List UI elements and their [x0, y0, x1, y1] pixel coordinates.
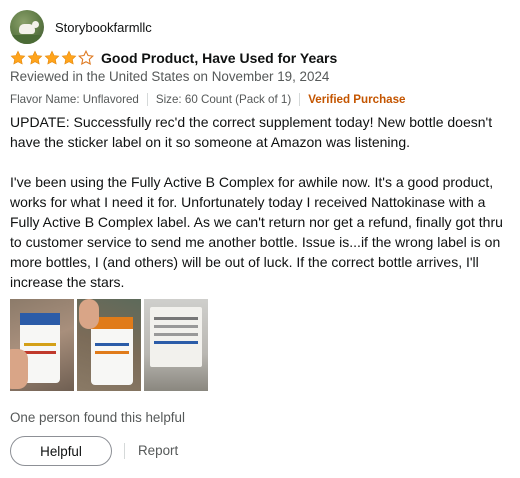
review-title[interactable]: Good Product, Have Used for Years [101, 50, 337, 66]
report-link[interactable]: Report [138, 443, 178, 458]
bottle-cap [20, 313, 60, 325]
bottle-label-band [95, 351, 129, 354]
helpful-button[interactable]: Helpful [10, 436, 112, 466]
filled-star-icon [61, 50, 77, 66]
reviewer-name[interactable]: Storybookfarmllc [55, 20, 152, 35]
review-image-thumbnail[interactable] [10, 299, 74, 391]
customer-review: Storybookfarmllc Good Product, Have Used… [0, 0, 520, 478]
reviewer-profile[interactable]: Storybookfarmllc [10, 10, 152, 44]
hand-shape [10, 349, 28, 389]
avatar-ground [10, 35, 44, 44]
flavor-name[interactable]: Flavor Name: Unflavored [10, 93, 139, 106]
review-body: UPDATE: Successfully rec'd the correct s… [10, 114, 503, 290]
bottle-label-band [95, 343, 129, 346]
bottle-label-band [24, 343, 56, 346]
filled-star-icon [27, 50, 43, 66]
empty-star-icon [78, 50, 94, 66]
bottle-label-band [24, 351, 56, 354]
divider [146, 92, 148, 106]
size-name[interactable]: Size: 60 Count (Pack of 1) [156, 93, 291, 106]
product-format: Flavor Name: Unflavored Size: 60 Count (… [10, 91, 406, 107]
review-image-thumbnail[interactable] [77, 299, 141, 391]
divider [299, 92, 301, 106]
hand-shape [79, 299, 99, 329]
helpful-count: One person found this helpful [10, 410, 185, 425]
avatar-animal-head [32, 21, 39, 28]
review-title-row: Good Product, Have Used for Years [10, 48, 337, 68]
bottle-shape [91, 317, 133, 385]
review-image-thumbnail[interactable] [144, 299, 208, 391]
filled-star-icon [44, 50, 60, 66]
avatar[interactable] [10, 10, 44, 44]
review-date: Reviewed in the United States on Novembe… [10, 69, 330, 84]
review-images [10, 299, 211, 391]
label-shape [150, 307, 202, 367]
filled-star-icon [10, 50, 26, 66]
star-rating[interactable] [10, 50, 95, 66]
label-text-line [154, 317, 198, 320]
label-text-line [154, 341, 198, 344]
label-text-line [154, 333, 198, 336]
label-text-line [154, 325, 198, 328]
divider [124, 443, 125, 459]
verified-purchase-badge[interactable]: Verified Purchase [308, 93, 405, 106]
